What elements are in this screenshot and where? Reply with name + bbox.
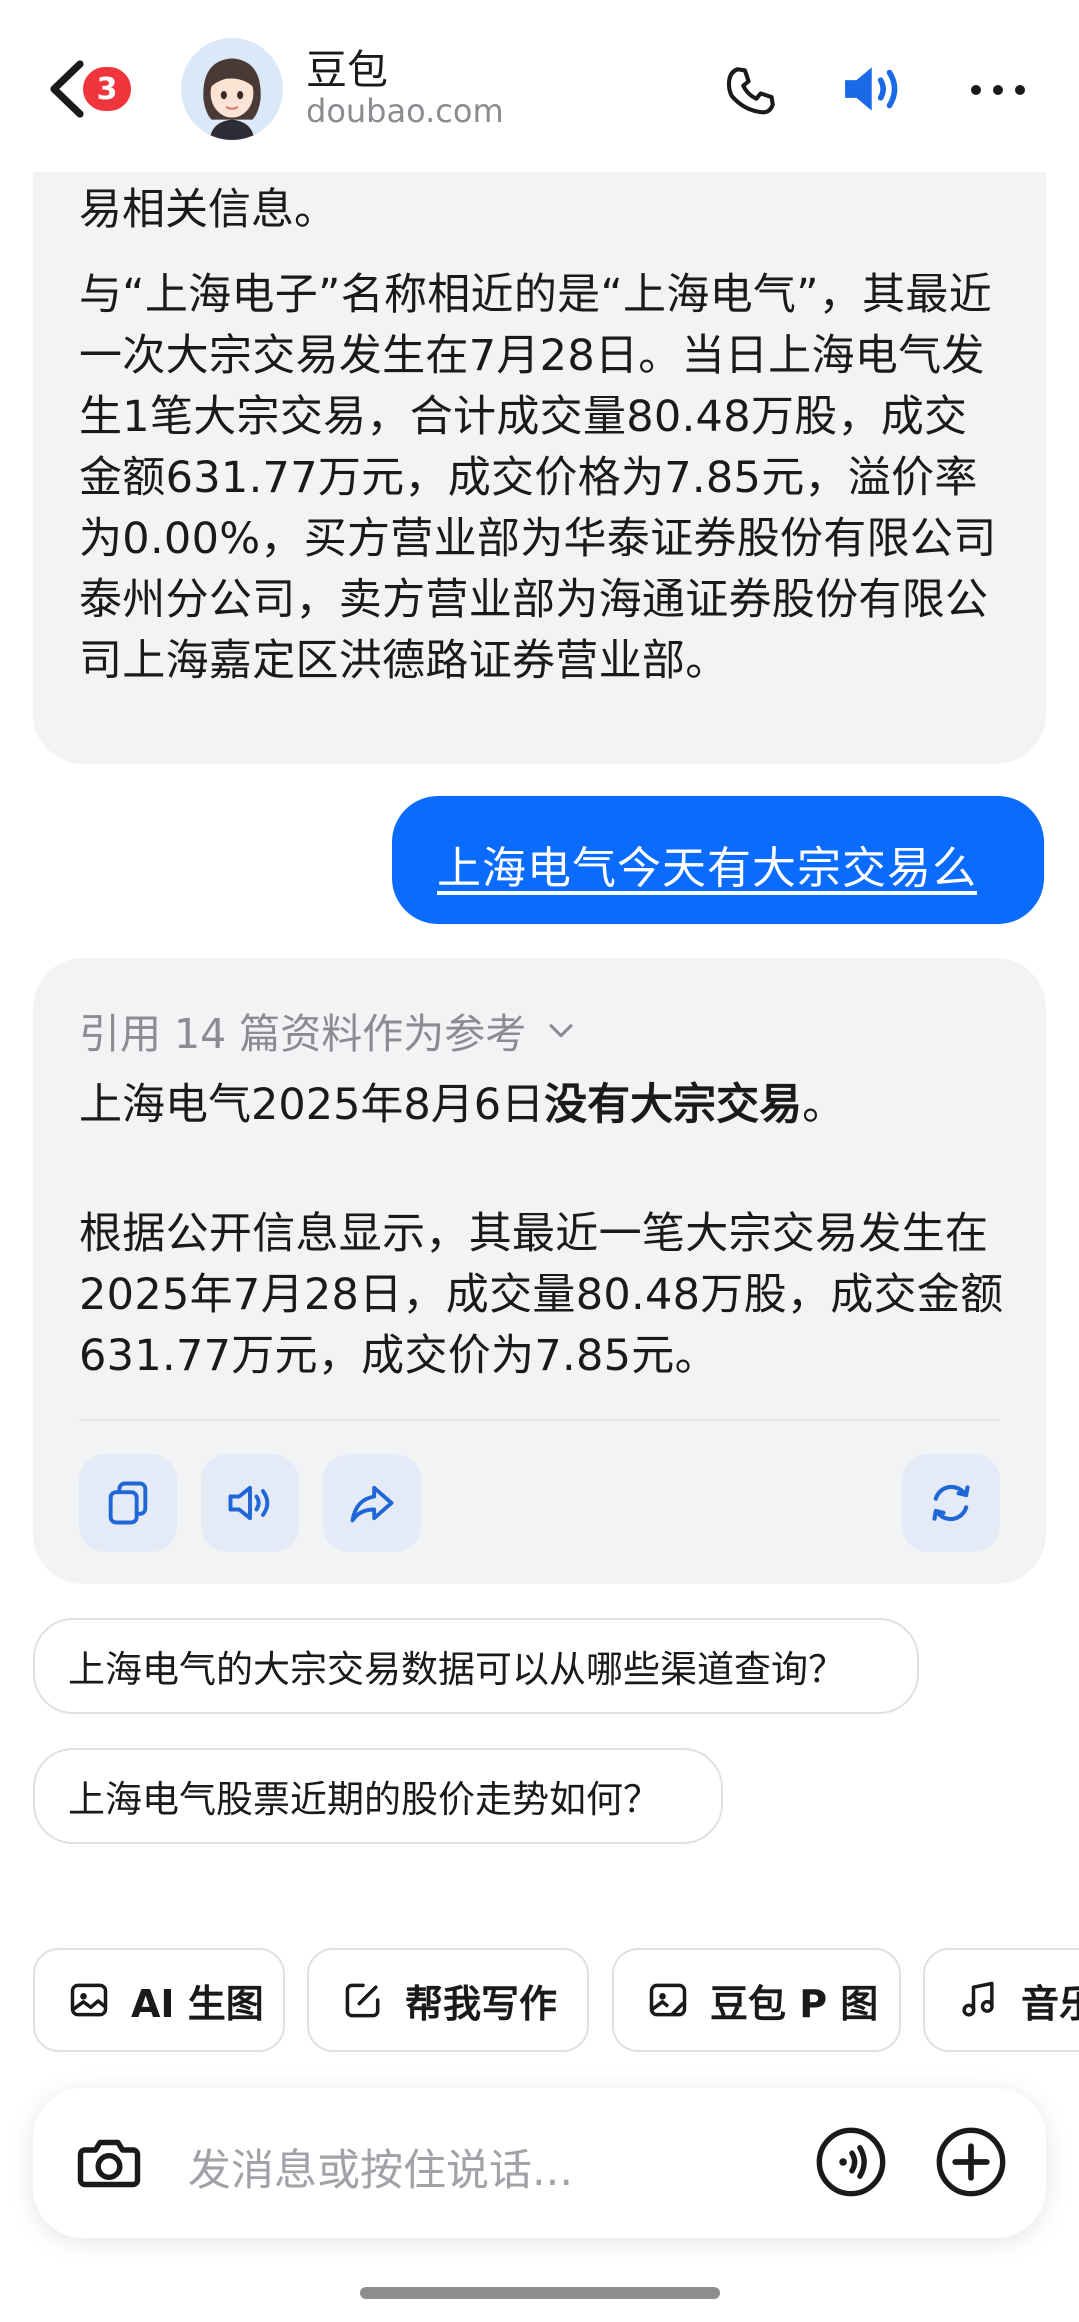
chip-label: 豆包 P 图 bbox=[710, 1981, 879, 2026]
copy-button[interactable] bbox=[79, 1454, 177, 1552]
references-toggle[interactable]: 引用 14 篇资料作为参考 bbox=[79, 1000, 578, 1060]
message-input[interactable]: 发消息或按住说话... bbox=[188, 2136, 573, 2198]
ai-image-button[interactable]: AI 生图 bbox=[33, 1948, 285, 2052]
suggestion-text: 上海电气的大宗交易数据可以从哪些渠道查询？ bbox=[68, 1648, 845, 1691]
photo-edit-icon bbox=[649, 1983, 687, 2017]
edit-icon bbox=[345, 1983, 380, 2018]
unread-badge: 3 bbox=[80, 64, 134, 114]
voice-call-icon[interactable] bbox=[813, 2124, 889, 2200]
avatar[interactable] bbox=[181, 38, 283, 140]
read-aloud-button[interactable] bbox=[201, 1454, 299, 1552]
user-message-bubble[interactable]: 上海电气今天有大宗交易么 bbox=[392, 796, 1044, 924]
chat-header: 3 豆包 doubao.com bbox=[0, 0, 1079, 172]
ai-answer-bubble: 引用 14 篇资料作为参考 上海电气2025年8月6日没有大宗交易。 根据公开信… bbox=[33, 958, 1046, 1584]
tool-chips-row[interactable]: AI 生图 帮我写作 豆包 P 图 音乐 bbox=[0, 1948, 1079, 2056]
music-icon bbox=[962, 1981, 994, 2017]
divider bbox=[79, 1419, 1000, 1421]
answer-headline-text: 上海电气2025年8月6日 bbox=[79, 1080, 545, 1130]
regenerate-icon bbox=[932, 1484, 970, 1522]
message-text: 与“上海电子”名称相近的是“上海电气”，其最近一次大宗交易发生在7月28日。当日… bbox=[79, 270, 997, 686]
image-icon bbox=[70, 1983, 108, 2017]
chip-label: 帮我写作 bbox=[405, 1981, 558, 2026]
answer-paragraph: 根据公开信息显示，其最近一笔大宗交易发生在2025年7月28日，成交量80.48… bbox=[79, 1209, 1004, 1381]
share-button[interactable] bbox=[323, 1454, 421, 1552]
chip-label: 音乐 bbox=[1021, 1981, 1079, 2026]
references-label: 引用 14 篇资料作为参考 bbox=[79, 1010, 527, 1058]
camera-icon[interactable] bbox=[73, 2126, 145, 2198]
speaker-icon bbox=[228, 1485, 270, 1521]
avatar-image bbox=[181, 38, 283, 140]
message-text-clipped: 易相关信息。 bbox=[79, 185, 337, 235]
chat-scroll-area[interactable]: 易相关信息。 与“上海电子”名称相近的是“上海电气”，其最近一次大宗交易发生在7… bbox=[0, 0, 1079, 2060]
suggestion-text: 上海电气股票近期的股价走势如何？ bbox=[68, 1778, 660, 1821]
copy-icon bbox=[108, 1481, 148, 1525]
more-icon[interactable] bbox=[968, 80, 1028, 100]
suggestion-chip[interactable]: 上海电气股票近期的股价走势如何？ bbox=[33, 1748, 723, 1844]
plus-icon[interactable] bbox=[933, 2124, 1009, 2200]
speaker-on-icon[interactable] bbox=[840, 58, 906, 120]
answer-headline-bold: 没有大宗交易 bbox=[544, 1080, 803, 1130]
music-button[interactable]: 音乐 bbox=[923, 1948, 1079, 2052]
suggestion-chip[interactable]: 上海电气的大宗交易数据可以从哪些渠道查询？ bbox=[33, 1618, 919, 1714]
message-input-bar[interactable]: 发消息或按住说话... bbox=[33, 2088, 1046, 2238]
user-message-text[interactable]: 上海电气今天有大宗交易么 bbox=[437, 832, 977, 896]
photo-edit-button[interactable]: 豆包 P 图 bbox=[612, 1948, 901, 2052]
chevron-down-icon bbox=[549, 1024, 573, 1038]
contact-name: 豆包 bbox=[306, 46, 388, 94]
chip-label: AI 生图 bbox=[131, 1981, 264, 2026]
answer-headline: 上海电气2025年8月6日没有大宗交易。 bbox=[79, 1076, 845, 1134]
answer-headline-suffix: 。 bbox=[802, 1080, 846, 1130]
phone-icon[interactable] bbox=[722, 62, 780, 120]
regenerate-button[interactable] bbox=[902, 1454, 1000, 1552]
home-indicator[interactable] bbox=[360, 2287, 720, 2299]
share-icon bbox=[350, 1485, 394, 1523]
contact-domain: doubao.com bbox=[306, 92, 504, 130]
writing-button[interactable]: 帮我写作 bbox=[307, 1948, 589, 2052]
